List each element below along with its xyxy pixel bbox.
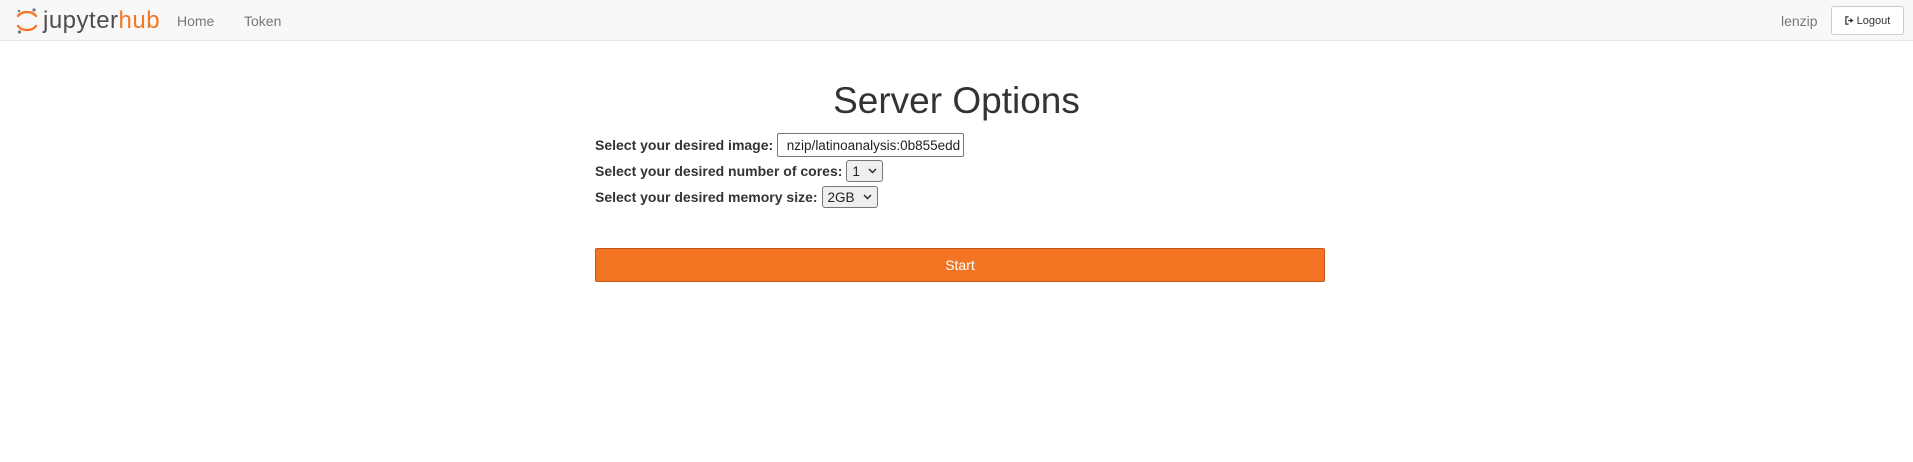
logo-text: jupyterhub	[43, 7, 160, 35]
logo-text-jupyter: jupyter	[43, 7, 119, 34]
memory-select[interactable]: 2GB	[821, 186, 878, 208]
jupyterhub-logo[interactable]: jupyterhub	[15, 7, 160, 35]
username: lenzip	[1781, 13, 1818, 29]
image-row: Select your desired image: nzip/latinoan…	[595, 133, 965, 157]
nav-token-link[interactable]: Token	[244, 12, 281, 30]
sign-out-icon	[1844, 16, 1854, 25]
memory-selected-value: 2GB	[827, 189, 855, 205]
navbar: jupyterhub Home Token lenzip Logout	[0, 0, 1913, 41]
cores-label: Select your desired number of cores:	[595, 163, 843, 179]
jupyter-logo-icon	[16, 8, 38, 34]
nav-home-link[interactable]: Home	[177, 12, 214, 30]
logo-text-hub: hub	[118, 7, 161, 34]
memory-row: Select your desired memory size: 2GB	[595, 185, 878, 209]
logout-label: Logout	[1856, 14, 1891, 27]
chevron-down-icon	[868, 168, 877, 174]
cores-selected-value: 1	[852, 163, 860, 179]
page-title: Server Options	[833, 80, 1080, 121]
start-button[interactable]: Start	[595, 248, 1325, 282]
cores-select[interactable]: 1	[846, 160, 883, 182]
image-label: Select your desired image:	[595, 137, 774, 153]
cores-row: Select your desired number of cores: 1	[595, 159, 883, 183]
image-input[interactable]: nzip/latinoanalysis:0b855edd	[777, 133, 965, 157]
chevron-down-icon	[863, 194, 872, 200]
logout-button[interactable]: Logout	[1831, 6, 1904, 35]
image-input-value: nzip/latinoanalysis:0b855edd	[786, 137, 961, 153]
memory-label: Select your desired memory size:	[595, 189, 818, 205]
